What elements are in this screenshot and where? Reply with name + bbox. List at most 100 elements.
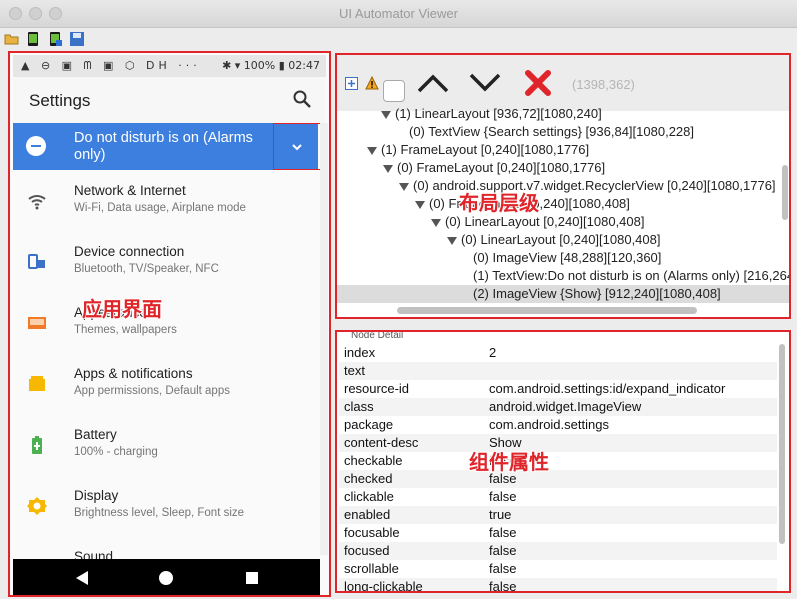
tree-node[interactable]: (0) android.support.v7.widget.RecyclerVi… (337, 177, 789, 195)
wifi-icon (28, 195, 46, 210)
settings-item-display[interactable]: Display Brightness level, Sleep, Font si… (13, 480, 318, 538)
property-row[interactable]: resource-id com.android.settings:id/expan… (339, 380, 777, 398)
property-value: false (489, 561, 517, 576)
save-icon[interactable] (69, 31, 85, 47)
search-icon[interactable] (292, 89, 312, 109)
property-value: 2 (489, 345, 497, 360)
tree-node-label: (1) FrameLayout [0,240][1080,1776] (381, 142, 590, 157)
property-row[interactable]: enabled true (339, 506, 777, 524)
home-icon[interactable] (159, 571, 173, 585)
title-bar: UI Automator Viewer (0, 0, 797, 28)
node-detail-label: Node Detail (349, 330, 406, 341)
expanded-triangle-icon[interactable] (447, 236, 457, 245)
recent-apps-icon[interactable] (246, 572, 258, 584)
property-row[interactable]: scrollable false (339, 560, 777, 578)
property-row[interactable]: focusable false (339, 524, 777, 542)
property-row[interactable]: index 2 (339, 344, 777, 362)
clear-icon[interactable] (523, 68, 553, 98)
toggle-naf-checkbox[interactable] (383, 80, 405, 102)
expanded-triangle-icon[interactable] (431, 218, 441, 227)
tree-node-label: (0) ImageView [48,288][120,360] (473, 250, 662, 265)
expanded-triangle-icon[interactable] (367, 146, 377, 155)
tree-node-label: (0) FrameLayout [0,240][1080,1776] (397, 160, 606, 175)
property-row[interactable]: checked false (339, 470, 777, 488)
node-detail-panel: Node Detail index 2 text resource-id com.and… (335, 330, 791, 593)
navigation-bar (13, 559, 320, 595)
settings-item-network[interactable]: Network & Internet Wi-Fi, Data usage, Ai… (13, 175, 318, 233)
dnd-banner[interactable]: Do not disturb is on (Alarms only) (13, 123, 321, 170)
property-row[interactable]: class android.widget.ImageView (339, 398, 777, 416)
tree-node-label: (0) LinearLayout [0,240][1080,408] (461, 232, 661, 247)
property-key: index (344, 345, 376, 360)
tree-node[interactable]: (0) ImageView [48,288][120,360] (337, 249, 789, 267)
status-icons-left: ▲ ⊖ ▣ ᗰ ▣ ⬡ DH ··· (21, 59, 201, 72)
tree-node[interactable]: (0) LinearLayout [0,240][1080,408] (337, 231, 789, 249)
tree-node[interactable]: (0) TextView {Search settings} [936,84][… (337, 123, 789, 141)
settings-item-device-connection[interactable]: Device connection Bluetooth, TV/Speaker,… (13, 236, 318, 294)
palette-icon (28, 317, 46, 329)
property-row[interactable]: package com.android.settings (339, 416, 777, 434)
expanded-triangle-icon[interactable] (383, 164, 393, 173)
expanded-triangle-icon[interactable] (399, 182, 409, 191)
property-key: focusable (344, 525, 400, 540)
property-row[interactable]: checkable false (339, 452, 777, 470)
annotation-app-interface: 应用界面 (82, 297, 162, 321)
expand-all-icon[interactable] (345, 77, 358, 90)
settings-item-subtitle: Bluetooth, TV/Speaker, NFC (74, 263, 219, 275)
device-screen-panel[interactable]: ▲ ⊖ ▣ ᗰ ▣ ⬡ DH ··· ✱ ▾ 100% ▮ 02:47 Sett… (8, 51, 331, 597)
settings-item-apps[interactable]: Apps & notifications App permissions, De… (13, 358, 318, 416)
property-value: true (489, 507, 512, 522)
tree-node[interactable]: (1) TextView:Do not disturb is on (Alarm… (337, 267, 789, 285)
tree-node[interactable]: (1) LinearLayout [936,72][1080,240] (337, 105, 789, 123)
expanded-triangle-icon[interactable] (415, 200, 425, 209)
expand-indicator-button[interactable] (273, 123, 321, 170)
settings-item-battery[interactable]: Battery 100% - charging (13, 419, 318, 477)
tree-node[interactable]: (0) FrameLayout [0,240][1080,408] (337, 195, 789, 213)
hierarchy-tree[interactable]: (1) LinearLayout [936,72][1080,240] (0) T… (337, 106, 789, 303)
property-value: false (489, 543, 517, 558)
vertical-scrollbar[interactable] (779, 344, 785, 544)
settings-item-subtitle: Wi-Fi, Data usage, Airplane mode (74, 202, 246, 214)
device-screenshot-icon[interactable] (25, 31, 41, 47)
tree-node[interactable]: (1) FrameLayout [0,240][1080,1776] (337, 141, 789, 159)
annotation-layout-hierarchy: 布局层级 (459, 191, 539, 215)
vertical-scrollbar[interactable] (782, 165, 788, 220)
property-row[interactable]: focused false (339, 542, 777, 560)
property-key: checkable (344, 453, 403, 468)
horizontal-scrollbar[interactable] (397, 307, 697, 314)
settings-item-subtitle: Themes, wallpapers (74, 324, 177, 336)
apps-icon (29, 376, 45, 391)
layout-hierarchy-panel: (1398,362) (1) LinearLayout [936,72][108… (335, 53, 791, 319)
device-screenshot-compressed-icon[interactable] (47, 31, 63, 47)
settings-item-subtitle: Brightness level, Sleep, Font size (74, 507, 245, 519)
open-folder-icon[interactable] (4, 31, 20, 47)
toolbar (0, 28, 797, 50)
property-value: com.android.settings (489, 417, 609, 432)
property-key: package (344, 417, 394, 432)
chevron-up-icon[interactable] (415, 71, 451, 95)
tree-node[interactable]: (0) FrameLayout [0,240][1080,1776] (337, 159, 789, 177)
chevron-down-icon[interactable] (467, 71, 503, 95)
status-icons-right: ✱ ▾ 100% ▮ 02:47 (222, 59, 320, 72)
property-row[interactable]: content-desc Show (339, 434, 777, 452)
settings-item-sound[interactable]: Sound (13, 541, 318, 559)
back-icon[interactable] (76, 571, 88, 585)
property-row[interactable]: long-clickable false (339, 578, 777, 591)
brightness-icon (27, 497, 47, 515)
settings-item-appearance[interactable]: Appearance Themes, wallpapers (13, 297, 318, 355)
property-row[interactable]: text (339, 362, 777, 380)
list-scrollbar[interactable] (320, 123, 328, 555)
settings-item-title: Network & Internet (74, 183, 186, 198)
expanded-triangle-icon[interactable] (381, 110, 391, 119)
settings-item-title: Device connection (74, 244, 185, 259)
property-row[interactable]: clickable false (339, 488, 777, 506)
warning-icon[interactable] (365, 76, 379, 90)
tree-node[interactable]: (0) LinearLayout [0,240][1080,408] (337, 213, 789, 231)
tree-node[interactable]: (2) ImageView {Show} [912,240][1080,408] (337, 285, 789, 303)
settings-item-subtitle: 100% - charging (74, 446, 158, 458)
property-key: scrollable (344, 561, 399, 576)
status-bar: ▲ ⊖ ▣ ᗰ ▣ ⬡ DH ··· ✱ ▾ 100% ▮ 02:47 (13, 55, 326, 77)
property-key: content-desc (344, 435, 419, 450)
cursor-coordinates: (1398,362) (572, 77, 635, 92)
chevron-down-icon (292, 144, 302, 151)
